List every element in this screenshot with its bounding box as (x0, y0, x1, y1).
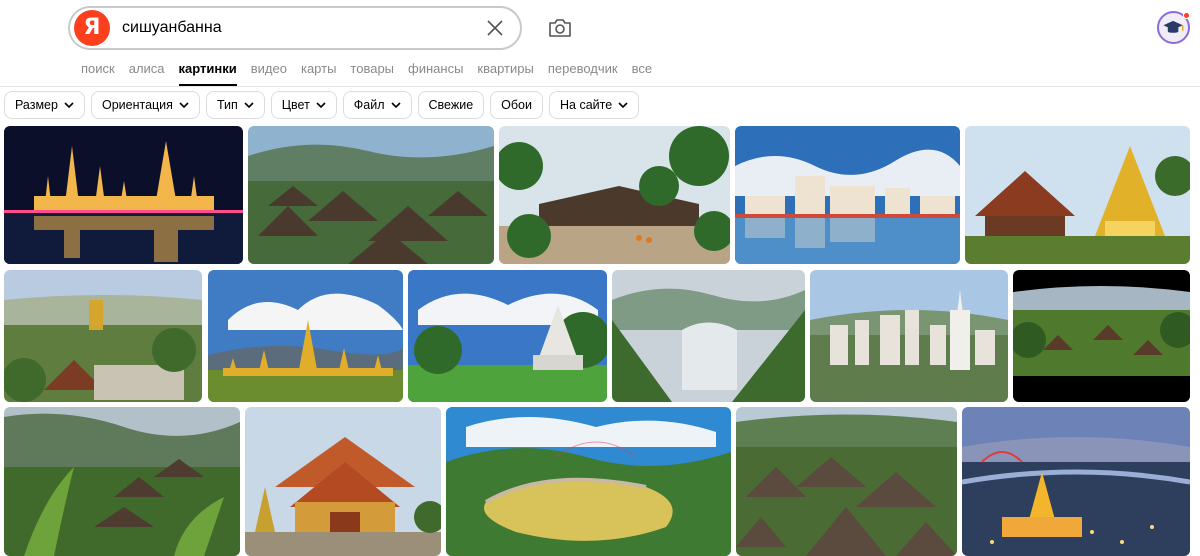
chevron-down-icon (390, 101, 401, 108)
filter-label: Цвет (281, 98, 310, 112)
image-result[interactable] (965, 126, 1190, 264)
service-tab-translate[interactable]: переводчик (548, 61, 618, 76)
filter-label: На сайте (560, 98, 613, 112)
image-result[interactable] (736, 407, 957, 556)
service-tab-all[interactable]: все (632, 61, 653, 76)
image-result[interactable] (735, 126, 960, 264)
camera-icon[interactable] (547, 15, 573, 41)
service-tab-apartments[interactable]: квартиры (477, 61, 533, 76)
filter-wallpapers[interactable]: Обои (490, 91, 543, 119)
image-result[interactable] (810, 270, 1008, 402)
notification-dot (1183, 12, 1190, 19)
filter-file[interactable]: Файл (342, 91, 412, 119)
image-result[interactable] (245, 407, 441, 556)
clear-icon[interactable] (484, 17, 506, 39)
service-tab-video[interactable]: видео (251, 61, 287, 76)
service-tab-finance[interactable]: финансы (408, 61, 463, 76)
image-result[interactable] (612, 270, 805, 402)
image-result[interactable] (4, 407, 240, 556)
chevron-down-icon (244, 101, 254, 108)
search-bar[interactable]: Я (68, 6, 522, 50)
service-tab-alice[interactable]: алиса (129, 61, 165, 76)
image-result[interactable] (1013, 270, 1190, 402)
image-result[interactable] (4, 270, 202, 402)
image-result[interactable] (4, 126, 243, 264)
service-tab-maps[interactable]: карты (301, 61, 336, 76)
yandex-logo[interactable]: Я (74, 10, 110, 46)
chevron-down-icon (64, 101, 74, 108)
filter-bar: Размер Ориентация Тип Цвет Файл Свежие О… (4, 91, 645, 119)
chevron-down-icon (179, 101, 189, 108)
header-divider (0, 86, 1200, 87)
image-result[interactable] (248, 126, 494, 264)
filter-label: Обои (501, 98, 532, 112)
filter-label: Ориентация (101, 98, 173, 112)
filter-label: Свежие (428, 98, 474, 112)
service-tab-images[interactable]: картинки (178, 61, 237, 86)
image-result[interactable] (962, 407, 1190, 556)
filter-type[interactable]: Тип (205, 91, 265, 119)
image-result[interactable] (499, 126, 730, 264)
filter-label: Размер (15, 98, 58, 112)
filter-color[interactable]: Цвет (270, 91, 337, 119)
image-result[interactable] (408, 270, 607, 402)
filter-on-site[interactable]: На сайте (549, 91, 640, 119)
filter-fresh[interactable]: Свежие (417, 91, 485, 119)
chevron-down-icon (316, 101, 326, 108)
image-result[interactable] (446, 407, 731, 556)
filter-size[interactable]: Размер (4, 91, 85, 119)
search-input[interactable] (122, 19, 482, 37)
chevron-down-icon (618, 101, 628, 108)
filter-label: Файл (353, 98, 385, 112)
service-tab-search[interactable]: поиск (81, 61, 115, 76)
filter-orientation[interactable]: Ориентация (90, 91, 200, 119)
filter-label: Тип (216, 98, 238, 112)
service-tab-products[interactable]: товары (350, 61, 394, 76)
image-result[interactable] (208, 270, 403, 402)
services-nav: поиск алиса картинки видео карты товары … (81, 61, 666, 86)
